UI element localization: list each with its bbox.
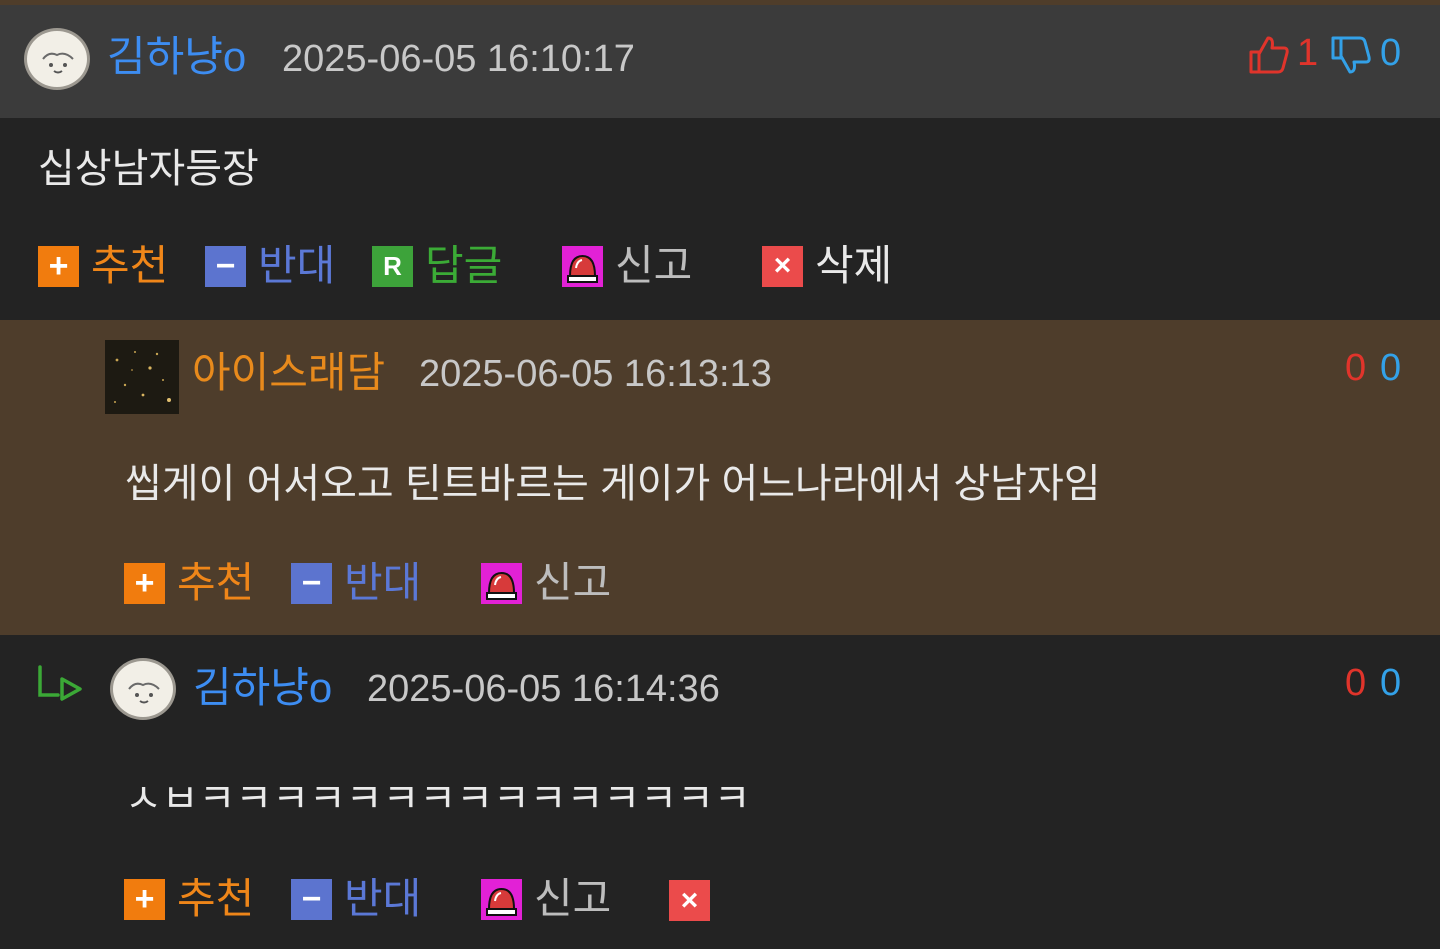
- oppose-label: 반대: [344, 875, 422, 922]
- siren-icon: [481, 562, 522, 604]
- comment-username[interactable]: 아이스래담: [192, 352, 385, 394]
- upvote-count[interactable]: 0: [1345, 664, 1366, 702]
- comment-username[interactable]: 김하냥o: [107, 36, 246, 78]
- recommend-button[interactable]: + 추천: [38, 245, 168, 287]
- report-button[interactable]: 신고: [481, 878, 611, 920]
- avatar[interactable]: [24, 28, 90, 90]
- avatar[interactable]: [110, 658, 176, 720]
- comment-text: 씹게이 어서오고 틴트바르는 게이가 어느나라에서 상남자임: [125, 462, 1101, 506]
- reply-icon: R: [372, 245, 413, 287]
- comment-text: 십상남자등장: [38, 147, 259, 191]
- recommend-label: 추천: [91, 242, 169, 289]
- downvote-count: 0: [1380, 32, 1402, 74]
- report-button[interactable]: 신고: [481, 562, 611, 604]
- comment-text: ㅅㅂㅋㅋㅋㅋㅋㅋㅋㅋㅋㅋㅋㅋㅋㅋㅋ: [125, 777, 751, 821]
- comment-timestamp: 2025-06-05 16:14:36: [367, 668, 720, 710]
- oppose-label: 반대: [258, 242, 336, 289]
- minus-icon: −: [291, 878, 332, 920]
- upvote-count: 1: [1297, 32, 1319, 74]
- recommend-button[interactable]: + 추천: [124, 878, 254, 920]
- close-icon: ×: [762, 245, 803, 287]
- upvote-count[interactable]: 0: [1345, 349, 1366, 387]
- recommend-label: 추천: [177, 559, 255, 606]
- downvote-count[interactable]: 0: [1380, 664, 1401, 702]
- report-button[interactable]: 신고: [562, 245, 692, 287]
- avatar[interactable]: [105, 340, 179, 414]
- oppose-button[interactable]: − 반대: [205, 245, 335, 287]
- delete-button[interactable]: × 삭제: [762, 245, 892, 287]
- delete-label: 삭제: [815, 242, 893, 289]
- report-label: 신고: [534, 875, 612, 922]
- close-icon: ×: [669, 880, 710, 921]
- comment-username[interactable]: 김하냥o: [193, 667, 332, 709]
- face-icon: [128, 682, 160, 704]
- plus-icon: +: [124, 562, 165, 604]
- reply-arrow-icon: [38, 665, 82, 701]
- siren-icon: [481, 878, 522, 920]
- comment-timestamp: 2025-06-05 16:13:13: [419, 353, 772, 395]
- recommend-button[interactable]: + 추천: [124, 562, 254, 604]
- oppose-button[interactable]: − 반대: [291, 562, 421, 604]
- comment-timestamp: 2025-06-05 16:10:17: [282, 38, 635, 80]
- plus-icon: +: [38, 245, 79, 287]
- plus-icon: +: [124, 878, 165, 920]
- siren-icon: [562, 245, 603, 287]
- delete-button[interactable]: ×: [669, 880, 722, 921]
- reply-button[interactable]: R 답글: [372, 245, 502, 287]
- minus-icon: −: [291, 562, 332, 604]
- recommend-label: 추천: [177, 875, 255, 922]
- thumbs-down-icon[interactable]: [1330, 34, 1372, 76]
- reply-label: 답글: [425, 242, 503, 289]
- oppose-button[interactable]: − 반대: [291, 878, 421, 920]
- thumbs-up-icon[interactable]: [1248, 34, 1290, 76]
- starry-image: [105, 340, 179, 414]
- downvote-count[interactable]: 0: [1380, 349, 1401, 387]
- minus-icon: −: [205, 245, 246, 287]
- report-label: 신고: [615, 242, 693, 289]
- face-icon: [42, 52, 74, 74]
- report-label: 신고: [534, 559, 612, 606]
- oppose-label: 반대: [344, 559, 422, 606]
